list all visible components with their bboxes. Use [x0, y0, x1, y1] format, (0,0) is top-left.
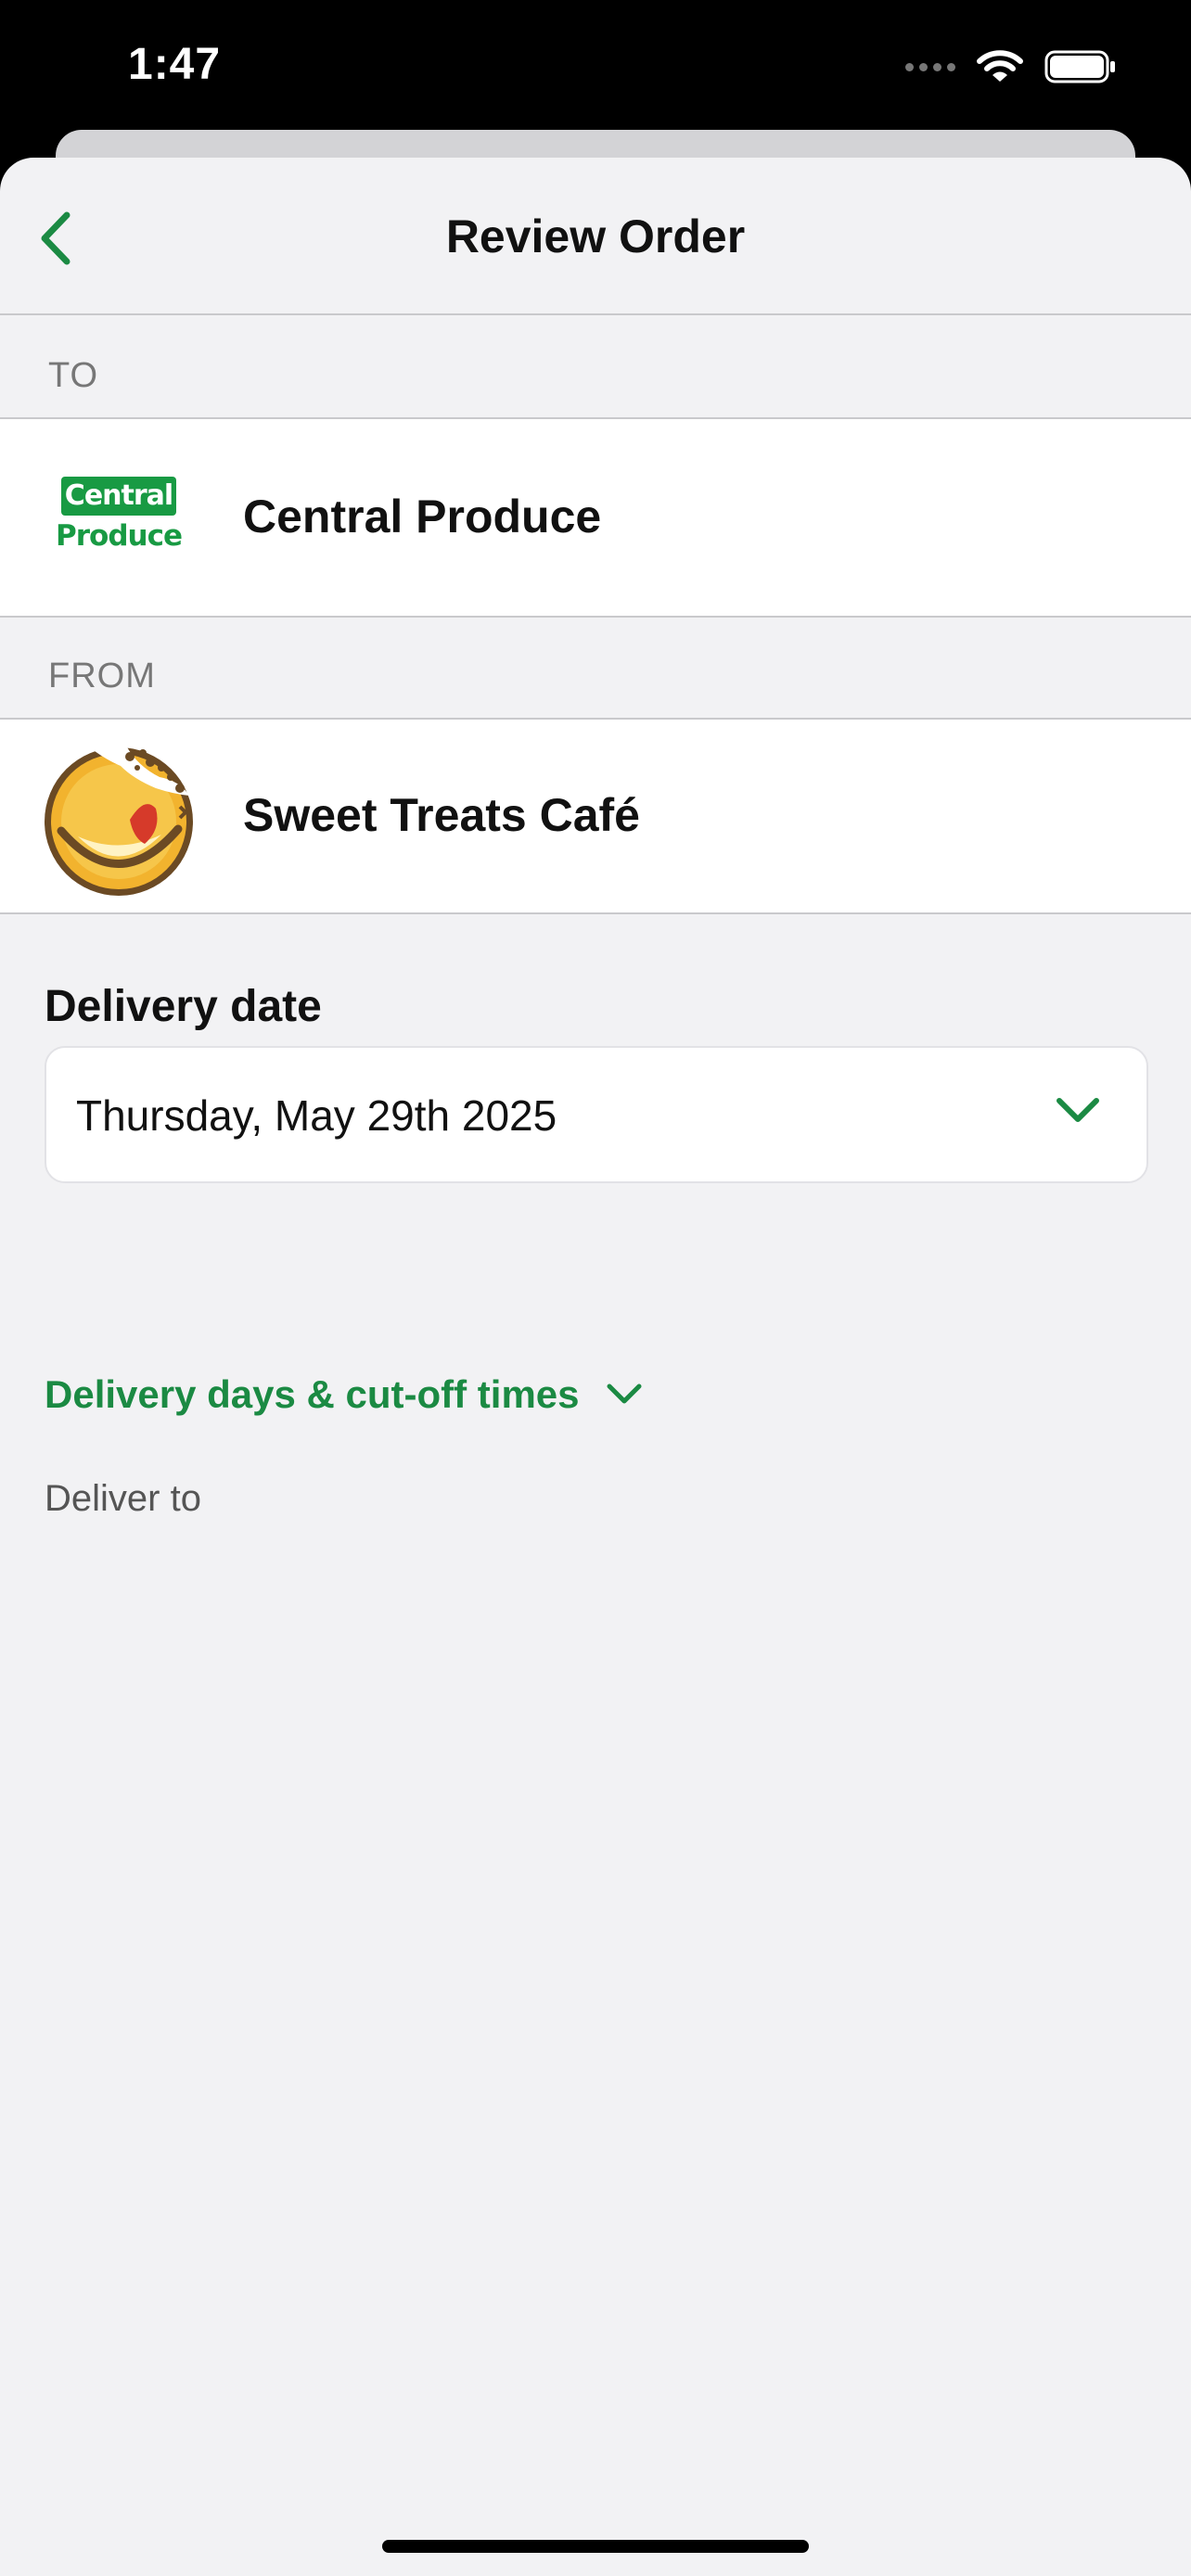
- delivery-days-toggle[interactable]: Delivery days & cut-off times: [45, 1372, 643, 1417]
- section-header-label: TO: [48, 356, 99, 395]
- chevron-down-icon: [1057, 1098, 1099, 1122]
- delivery-date-value: Thursday, May 29th 2025: [76, 1091, 557, 1140]
- delivery-days-link: Delivery days & cut-off times: [45, 1372, 580, 1416]
- supplier-row[interactable]: Central Produce Central Produce: [0, 419, 1191, 616]
- section-header-to: TO: [0, 313, 1191, 419]
- status-icons: [905, 46, 1117, 87]
- central-produce-logo: Central Produce: [56, 477, 183, 558]
- page-title: Review Order: [445, 210, 746, 262]
- review-order-sheet: Review Order TO Central Produce Central …: [0, 158, 1191, 2576]
- battery-icon: [1044, 50, 1115, 83]
- supplier-name: Central Produce: [243, 491, 602, 542]
- home-indicator: [382, 2540, 809, 2553]
- customer-row[interactable]: Sweet Treats Café: [0, 720, 1191, 914]
- customer-name: Sweet Treats Café: [243, 789, 640, 841]
- chevron-down-icon: [607, 1384, 642, 1404]
- delivery-date-label: Delivery date: [45, 982, 322, 1031]
- delivery-date-select[interactable]: Thursday, May 29th 2025: [45, 1046, 1148, 1183]
- wifi-icon: [977, 50, 1023, 82]
- section-header-from: FROM: [0, 616, 1191, 720]
- status-bar: 1:47: [0, 0, 1191, 130]
- navigation-bar: Review Order: [0, 158, 1191, 315]
- deliver-to-label: Deliver to: [45, 1478, 201, 1519]
- sweet-treats-logo: [45, 744, 193, 896]
- status-time: 1:47: [128, 40, 222, 89]
- cellular-signal-icon: [905, 62, 955, 71]
- section-header-label: FROM: [48, 657, 156, 695]
